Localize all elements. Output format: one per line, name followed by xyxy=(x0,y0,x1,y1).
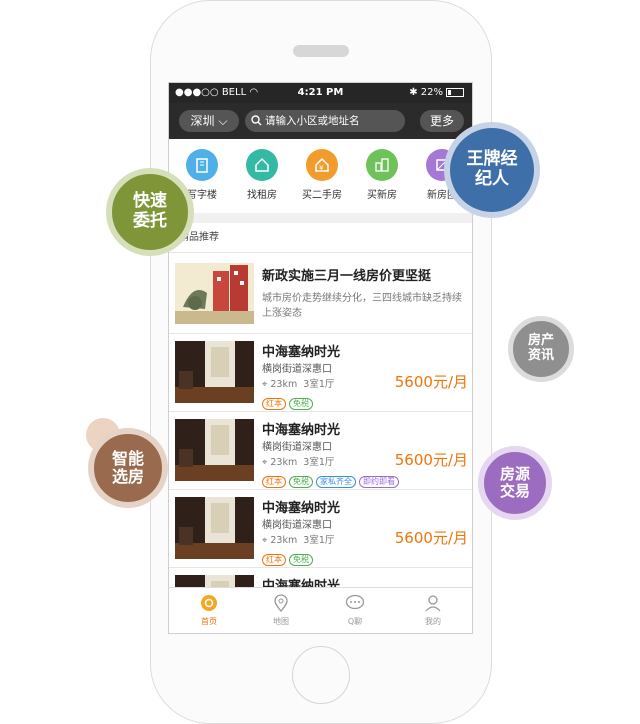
category-new-house[interactable]: 买新房 xyxy=(353,149,411,201)
location-icon: ⌖ xyxy=(262,379,268,390)
tab-home[interactable]: 首页 xyxy=(179,592,239,627)
category-second-hand[interactable]: ¥ 买二手房 xyxy=(293,149,351,201)
city-label: 深圳 xyxy=(190,114,215,128)
listing-tag: 免税 xyxy=(289,398,313,410)
search-icon xyxy=(251,115,262,126)
app-screen: ●●●○○ BELL ◠ 4:21 PM ✱ 22% 深圳 ⌵ 请输入小区或地址… xyxy=(168,82,473,634)
tab-map[interactable]: 地图 xyxy=(251,592,311,627)
tab-label: 我的 xyxy=(425,617,441,626)
listing-name: 中海塞纳时光 xyxy=(262,345,341,360)
listing-price: 5600元/月 xyxy=(394,373,468,391)
tab-chat[interactable]: Q聊 xyxy=(325,592,385,627)
tab-label: 地图 xyxy=(273,617,289,626)
news-description: 城市房价走势继续分化，三四线城市缺乏持续上涨姿态 xyxy=(262,293,462,319)
map-pin-icon xyxy=(270,592,292,614)
listing-item[interactable]: 中海塞纳时光横岗街道深惠口 ⌖ 23km 3室1厅 5600元/月红本 免税 xyxy=(169,489,472,568)
listing-photo xyxy=(175,341,254,403)
search-placeholder: 请输入小区或地址名 xyxy=(265,115,360,127)
listing-tags: 红本 免税 家私齐全 即约即看 xyxy=(262,469,402,488)
listing-address: 横岗街道深惠口 xyxy=(262,442,332,453)
listing-name: 中海塞纳时光 xyxy=(262,501,341,516)
battery-icon xyxy=(446,87,464,97)
search-input[interactable]: 请输入小区或地址名 xyxy=(245,110,405,132)
svg-text:¥: ¥ xyxy=(319,164,324,172)
top-navbar: 深圳 ⌵ 请输入小区或地址名 更多 xyxy=(169,103,472,139)
chat-icon xyxy=(344,592,366,614)
category-row: 写字楼 找租房 ¥ 买二手房 买新房 新房团 xyxy=(169,139,472,213)
listing-tag: 红本 xyxy=(262,476,286,488)
user-icon xyxy=(422,592,444,614)
bubble-news[interactable]: 房产资讯 xyxy=(508,316,574,382)
tab-profile[interactable]: 我的 xyxy=(403,592,463,627)
category-label: 找租房 xyxy=(247,190,277,201)
listing-tags: 红本 免税 xyxy=(262,547,316,566)
news-title: 新政实施三月一线房价更坚挺 xyxy=(262,269,432,284)
bottom-tab-bar: 首页 地图 Q聊 我的 xyxy=(169,587,472,633)
listing-photo xyxy=(175,419,254,481)
category-label: 买新房 xyxy=(367,190,397,201)
listing-price: 5600元/月 xyxy=(394,529,468,547)
listing-tags: 红本 免税 xyxy=(262,391,316,410)
listing-meta: ⌖ 23km 3室1厅 xyxy=(262,457,335,468)
listing-tag: 即约即看 xyxy=(359,476,399,488)
new-house-icon xyxy=(366,149,398,181)
category-rent[interactable]: 找租房 xyxy=(233,149,291,201)
listing-item[interactable]: 中海塞纳时光横岗街道深惠口 ⌖ 23km 3室1厅 5600元/月红本 免税 xyxy=(169,333,472,412)
listing-tag: 红本 xyxy=(262,398,286,410)
listing-tag: 家私齐全 xyxy=(316,476,356,488)
office-building-icon xyxy=(186,149,218,181)
tab-label: Q聊 xyxy=(347,617,363,626)
listing-tag: 免税 xyxy=(289,476,313,488)
listing-address: 横岗街道深惠口 xyxy=(262,364,332,375)
chevron-down-icon: ⌵ xyxy=(218,114,228,128)
news-cartoon-image xyxy=(175,263,254,324)
section-title: 精品推荐 xyxy=(169,223,472,253)
money-house-icon: ¥ xyxy=(306,149,338,181)
status-bar: ●●●○○ BELL ◠ 4:21 PM ✱ 22% xyxy=(169,83,472,103)
listing-price: 5600元/月 xyxy=(394,451,468,469)
home-button[interactable] xyxy=(292,646,350,704)
house-icon xyxy=(246,149,278,181)
bubble-agent[interactable]: 王牌经纪人 xyxy=(444,122,540,218)
bubble-entrust[interactable]: 快速委托 xyxy=(106,168,194,256)
listing-name: 中海塞纳时光 xyxy=(262,423,341,438)
bubble-trade[interactable]: 房源交易 xyxy=(478,446,552,520)
bubble-smart[interactable]: 智能选房 xyxy=(88,428,168,508)
category-label: 买二手房 xyxy=(302,190,342,201)
battery-indicator: ✱ 22% xyxy=(409,87,464,98)
more-button[interactable]: 更多 xyxy=(420,110,464,132)
city-selector[interactable]: 深圳 ⌵ xyxy=(179,110,239,132)
listing-meta: ⌖ 23km 3室1厅 xyxy=(262,379,335,390)
listing-tag: 红本 xyxy=(262,554,286,566)
news-item[interactable]: 新政实施三月一线房价更坚挺 城市房价走势继续分化，三四线城市缺乏持续上涨姿态 xyxy=(169,253,472,334)
listing-tag: 免税 xyxy=(289,554,313,566)
tab-label: 首页 xyxy=(201,617,217,626)
home-icon xyxy=(198,592,220,614)
listing-address: 横岗街道深惠口 xyxy=(262,520,332,531)
section-divider xyxy=(169,213,472,223)
location-icon: ⌖ xyxy=(262,535,268,546)
phone-speaker xyxy=(293,45,349,57)
listing-meta: ⌖ 23km 3室1厅 xyxy=(262,535,335,546)
listing-item[interactable]: 中海塞纳时光 横岗街道深惠口 ⌖ 23km 3室1厅 5600元/月 红本 免税 家私齐全即… xyxy=(169,411,472,490)
listing-photo xyxy=(175,497,254,559)
location-icon: ⌖ xyxy=(262,457,268,468)
